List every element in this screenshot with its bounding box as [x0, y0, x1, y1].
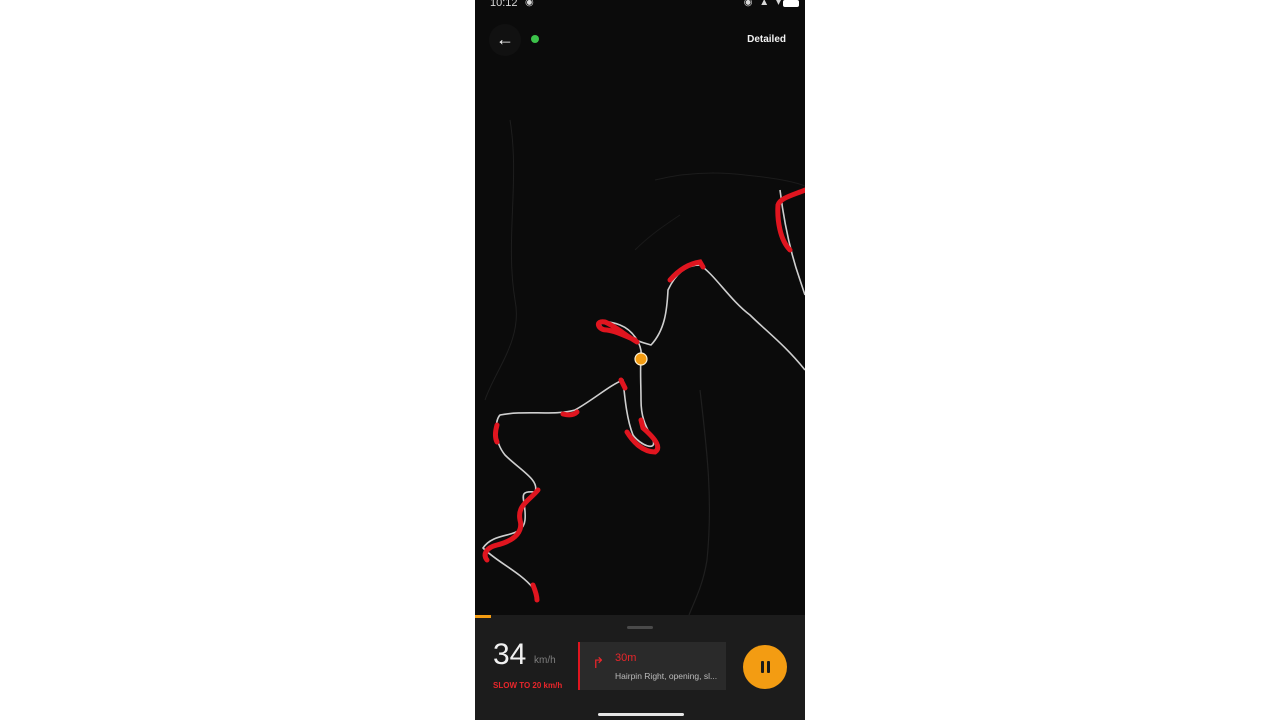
bottom-panel: 34 km/h SLOW TO 20 km/h ↱ 30m Hairpin Ri… [475, 615, 805, 720]
curve-description: Hairpin Right, opening, sl... [615, 671, 718, 681]
curve-highlight [493, 422, 500, 445]
speed-unit: km/h [534, 655, 556, 666]
map-background [475, 0, 805, 618]
curve-distance: 30m [615, 652, 637, 664]
speed-warning: SLOW TO 20 km/h [493, 681, 563, 690]
gps-status-indicator [531, 35, 539, 43]
battery-icon [783, 0, 799, 7]
pause-icon [761, 661, 764, 673]
current-speed: 34 [493, 638, 527, 671]
pause-icon-bar [767, 661, 770, 673]
pause-button[interactable] [743, 645, 787, 689]
map-mode-toggle[interactable]: Detailed [747, 34, 786, 45]
phone-screen: 10:12 ◉ ◉ ▲ ▾ ← Detailed 34 km/h SLOW TO… [475, 0, 805, 720]
home-indicator[interactable] [598, 713, 684, 716]
turn-right-icon: ↱ [592, 655, 605, 672]
signal-wifi-icons: ◉ ▲ ▾ [743, 0, 783, 8]
back-button[interactable]: ← [489, 24, 521, 56]
current-position-marker [634, 352, 648, 366]
location-status-icon: ◉ [525, 0, 534, 8]
sheet-handle[interactable] [627, 626, 653, 629]
route-progress-bar [475, 615, 491, 618]
status-bar: 10:12 ◉ ◉ ▲ ▾ [475, 0, 805, 14]
status-time: 10:12 [490, 0, 518, 9]
map-view[interactable] [475, 0, 805, 618]
next-curve-card[interactable]: ↱ 30m Hairpin Right, opening, sl... [578, 642, 726, 690]
curve-highlight [560, 409, 580, 418]
arrow-left-icon: ← [496, 29, 514, 49]
